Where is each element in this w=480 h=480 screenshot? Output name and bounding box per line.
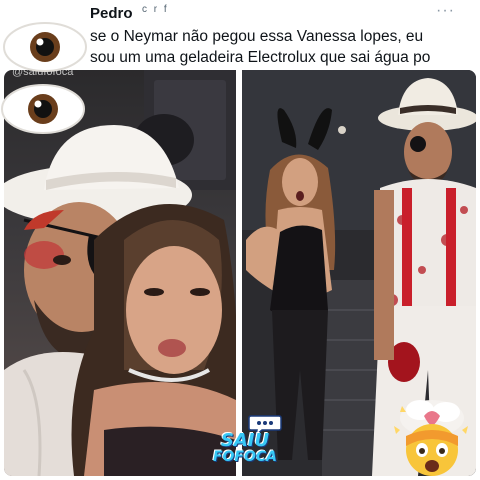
brand-logo: SAIU FOFOCA [200,432,290,466]
tweet-text: se o Neymar não pegou essa Vanessa lopes… [90,26,470,68]
exploding-head-emoji-icon [394,400,468,476]
more-options-icon[interactable]: ··· [436,2,455,20]
tweet-text-line-1: se o Neymar não pegou essa Vanessa lopes… [90,28,424,45]
eye-emoji-icon [3,22,87,72]
user-handle[interactable]: c r f [142,4,169,15]
username[interactable]: Pedro [90,5,133,22]
eye-emoji-icon [1,84,85,134]
brand-line-2: FOFOCA [212,449,278,465]
tweet-text-line-2: sou um uma geladeira Electrolux que sai … [90,49,431,66]
brand-line-1: SAIU [220,430,270,451]
